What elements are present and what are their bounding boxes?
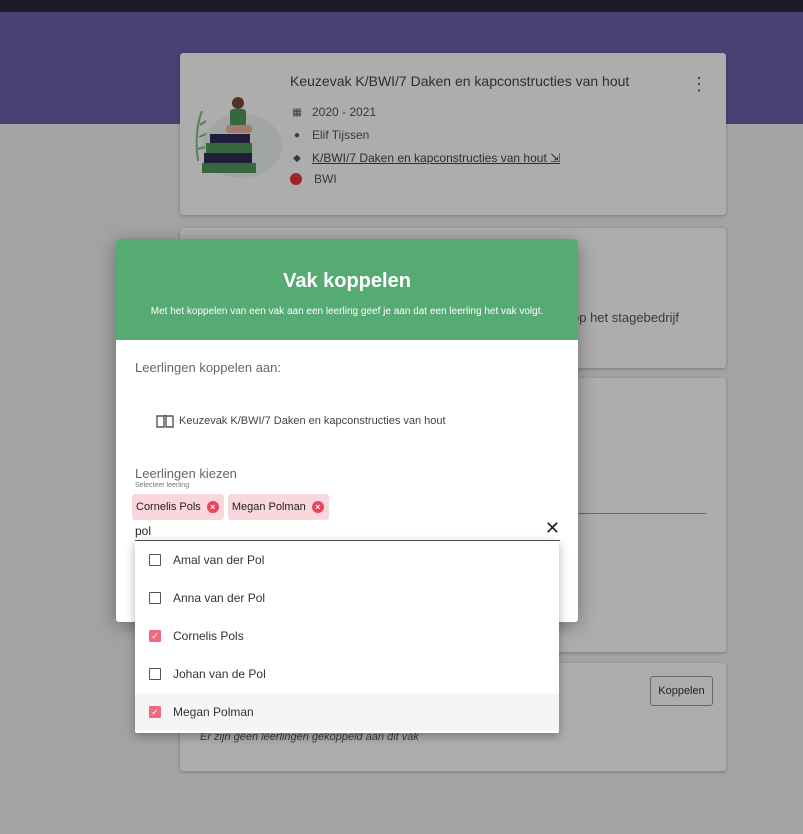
dialog-title: Vak koppelen bbox=[283, 270, 411, 292]
dialog-subtitle: Met het koppelen van een vak aan een lee… bbox=[150, 306, 544, 317]
selected-chips: Cornelis Pols × Megan Polman × bbox=[132, 494, 333, 520]
dialog-header: Vak koppelen Met het koppelen van een va… bbox=[116, 239, 578, 340]
chip-label: Cornelis Pols bbox=[136, 501, 201, 513]
student-search-field: ✕ bbox=[135, 519, 560, 541]
option-cornelis-pols[interactable]: ✓ Cornelis Pols bbox=[135, 617, 559, 655]
checkbox-unchecked-icon[interactable] bbox=[149, 668, 161, 680]
checkbox-checked-icon[interactable]: ✓ bbox=[149, 630, 161, 642]
select-student-hint: Selecteer leerling bbox=[135, 482, 190, 489]
remove-chip-icon[interactable]: × bbox=[206, 501, 219, 513]
checkbox-checked-icon[interactable]: ✓ bbox=[149, 706, 161, 718]
checkbox-unchecked-icon[interactable] bbox=[149, 554, 161, 566]
checkbox-unchecked-icon[interactable] bbox=[149, 592, 161, 604]
option-label: Johan van de Pol bbox=[173, 667, 266, 681]
option-anna-van-der-pol[interactable]: Anna van der Pol bbox=[135, 579, 559, 617]
student-search-input[interactable] bbox=[135, 524, 515, 538]
option-label: Cornelis Pols bbox=[173, 629, 244, 643]
option-label: Anna van der Pol bbox=[173, 591, 266, 605]
course-reference-text: Keuzevak K/BWI/7 Daken en kapconstructie… bbox=[179, 415, 446, 427]
chip-cornelis-pols: Cornelis Pols × bbox=[132, 494, 224, 520]
option-label: Megan Polman bbox=[173, 705, 254, 719]
option-amal-van-der-pol[interactable]: Amal van der Pol bbox=[135, 541, 559, 579]
chip-megan-polman: Megan Polman × bbox=[227, 494, 329, 520]
clear-search-icon[interactable]: ✕ bbox=[545, 519, 560, 537]
option-johan-van-de-pol[interactable]: Johan van de Pol bbox=[135, 655, 559, 693]
remove-chip-icon[interactable]: × bbox=[311, 501, 324, 513]
choose-students-label: Leerlingen kiezen bbox=[135, 466, 237, 481]
link-to-label: Leerlingen koppelen aan: bbox=[135, 360, 282, 375]
chip-label: Megan Polman bbox=[231, 501, 306, 513]
course-reference: Keuzevak K/BWI/7 Daken en kapconstructie… bbox=[156, 414, 446, 428]
option-label: Amal van der Pol bbox=[173, 553, 265, 567]
option-megan-polman[interactable]: ✓ Megan Polman bbox=[135, 693, 559, 731]
student-options-dropdown: Amal van der Pol Anna van der Pol ✓ Corn… bbox=[135, 541, 559, 733]
book-icon bbox=[156, 414, 174, 428]
